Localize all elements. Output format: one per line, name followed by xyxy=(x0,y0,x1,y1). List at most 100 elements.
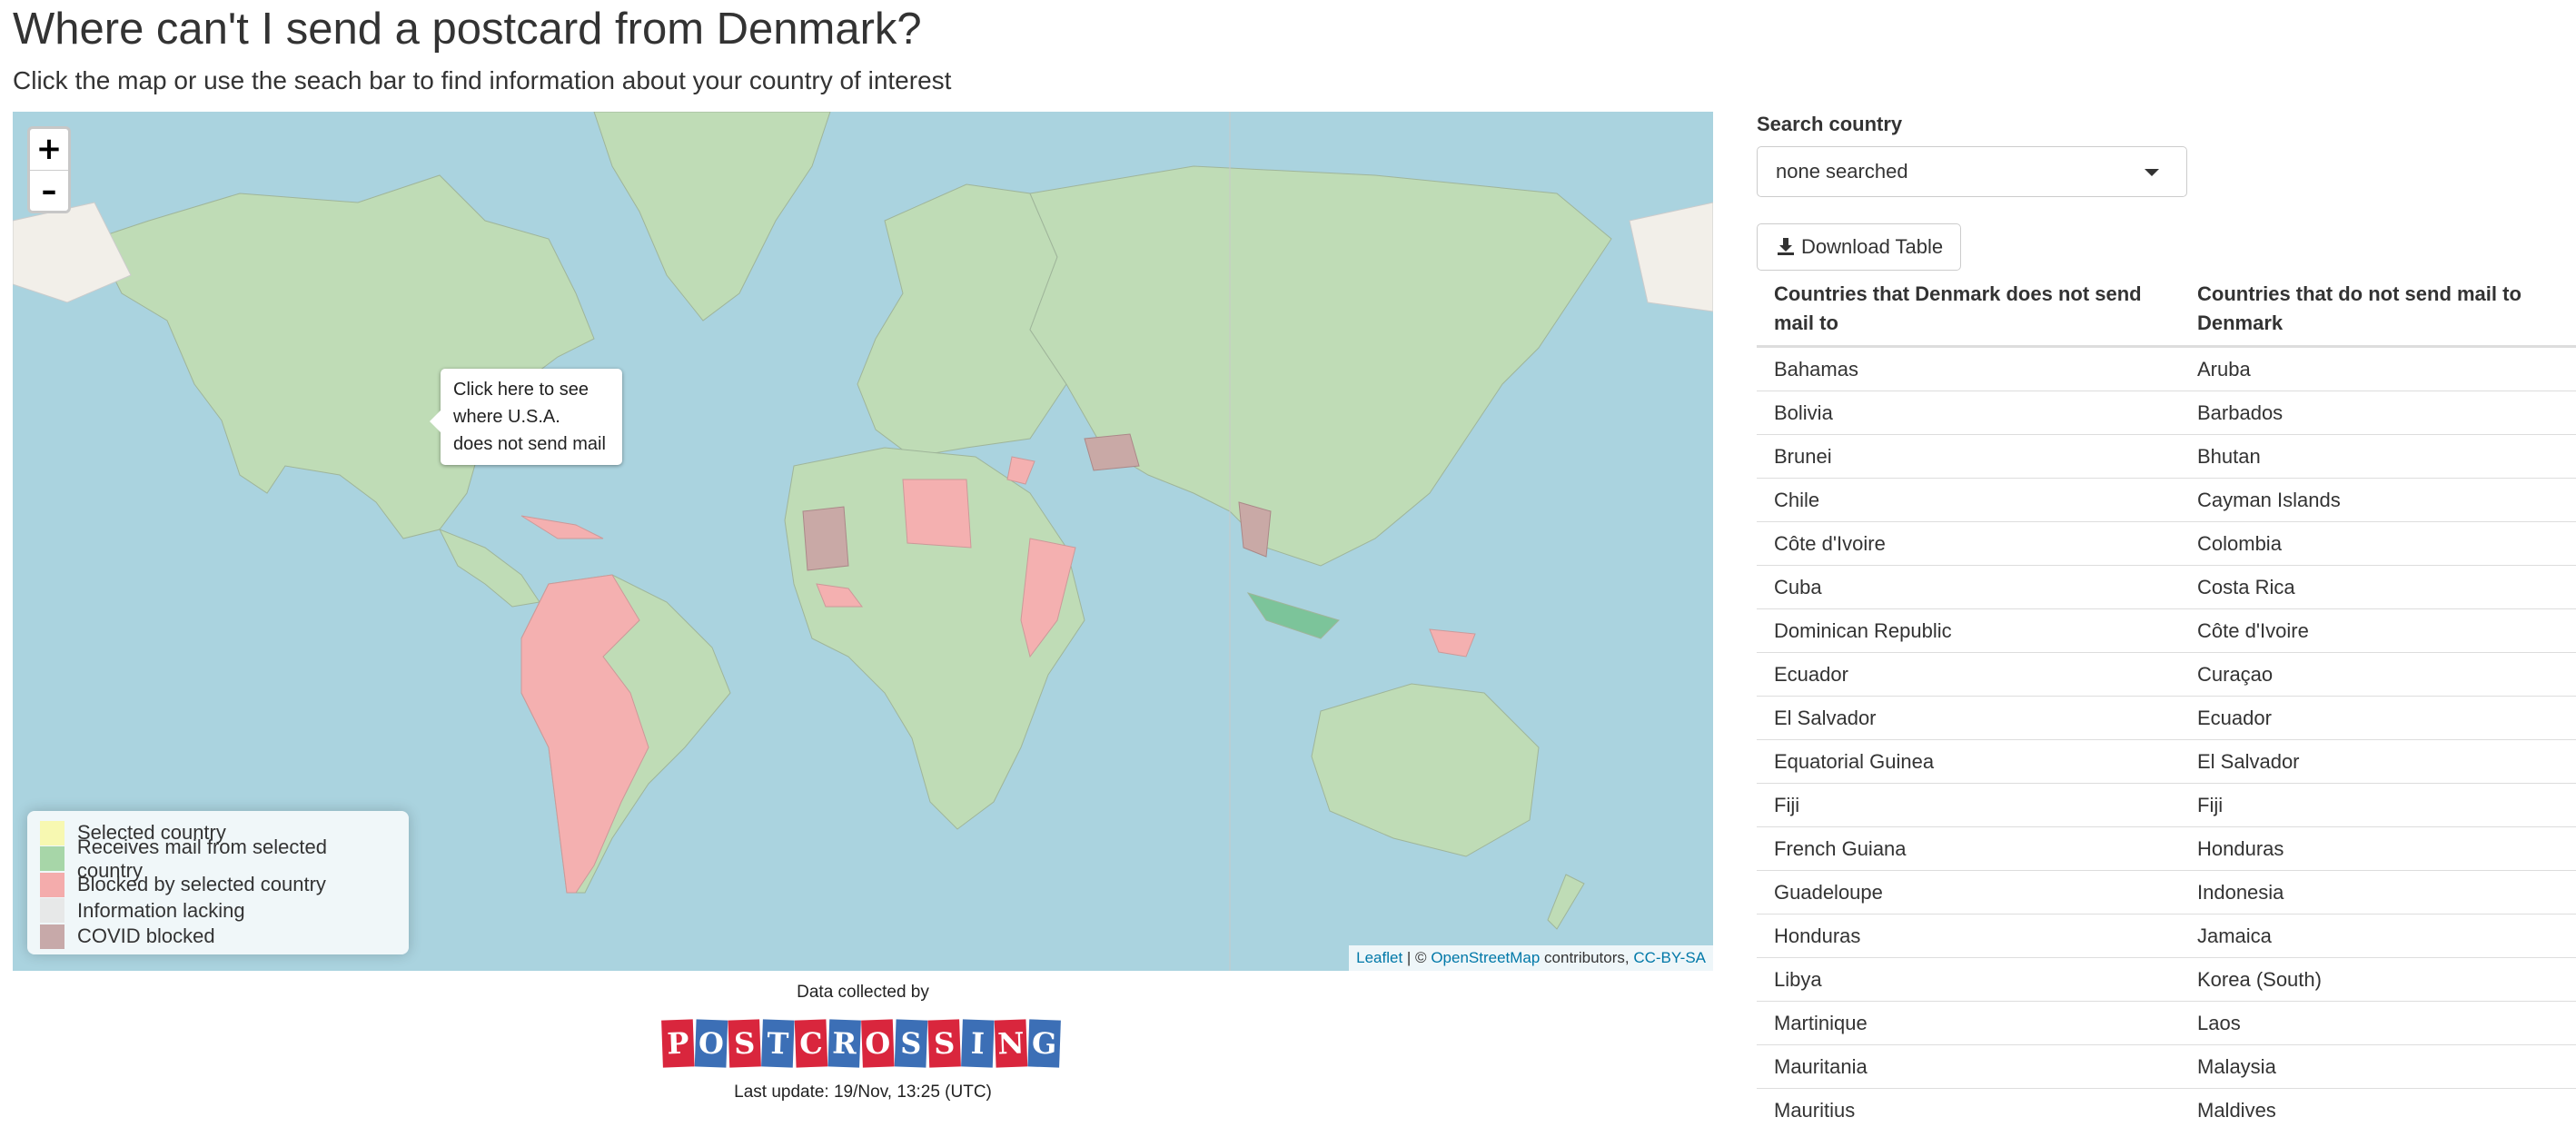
land-central-america xyxy=(438,529,540,608)
logo-letter: T xyxy=(767,1026,789,1062)
cell-not-send-to-denmark: Cayman Islands xyxy=(2180,478,2576,522)
zoom-out-button[interactable]: – xyxy=(30,171,68,212)
cell-denmark-not-send: Ecuador xyxy=(1757,652,2180,697)
tooltip-line: does not send mail xyxy=(453,434,606,454)
download-label: Download Table xyxy=(1801,235,1944,258)
land-caribbean xyxy=(520,515,604,539)
last-update-label: Last update: 19/Nov, 13:25 (UTC) xyxy=(734,1083,992,1102)
postcrossing-logo[interactable]: POSTCROSSING xyxy=(661,1015,1061,1076)
table-row: Mauritania Malaysia xyxy=(1757,1044,2576,1089)
logo-letter: G xyxy=(1031,1026,1057,1062)
land-libya xyxy=(902,479,972,549)
cell-not-send-to-denmark: Costa Rica xyxy=(2180,565,2576,609)
legend-label: COVID blocked xyxy=(77,924,215,948)
search-country-select[interactable]: none searched xyxy=(1757,146,2187,197)
tooltip-line: Click here to see xyxy=(453,380,589,400)
zoom-control[interactable]: + – xyxy=(27,126,71,213)
table-row: Bahamas Aruba xyxy=(1757,346,2576,391)
leaflet-link[interactable]: Leaflet xyxy=(1356,949,1402,966)
data-collected-label: Data collected by xyxy=(797,983,929,1002)
logo-letter: O xyxy=(865,1026,891,1062)
table-header-row: Countries that Denmark does not send mai… xyxy=(1757,271,2576,348)
table-row: Bolivia Barbados xyxy=(1757,391,2576,435)
cell-denmark-not-send: Cuba xyxy=(1757,565,2180,609)
logo-letter: C xyxy=(799,1026,824,1062)
page-title: Where can't I send a postcard from Denma… xyxy=(13,5,922,54)
land-sa-blocked xyxy=(520,574,649,894)
land-new-guinea xyxy=(1429,628,1476,657)
cell-not-send-to-denmark: Côte d'Ivoire xyxy=(2180,608,2576,653)
cell-not-send-to-denmark: Curaçao xyxy=(2180,652,2576,697)
logo-letter: S xyxy=(933,1026,955,1062)
table-row: Cuba Costa Rica xyxy=(1757,565,2576,609)
table-row: Ecuador Curaçao xyxy=(1757,652,2576,697)
table-row: Mauritius Maldives xyxy=(1757,1088,2576,1132)
download-icon xyxy=(1778,238,1794,255)
cell-not-send-to-denmark: Korea (South) xyxy=(2180,957,2576,1002)
osm-link[interactable]: OpenStreetMap xyxy=(1431,949,1540,966)
download-table-button[interactable]: Download Table xyxy=(1757,223,1961,271)
land-asia xyxy=(1029,165,1612,567)
table-row: Fiji Fiji xyxy=(1757,783,2576,827)
cell-denmark-not-send: Equatorial Guinea xyxy=(1757,739,2180,784)
cell-not-send-to-denmark: Ecuador xyxy=(2180,696,2576,740)
land-north-america xyxy=(94,174,595,539)
table-row: El Salvador Ecuador xyxy=(1757,696,2576,740)
tooltip-line: where U.S.A. xyxy=(453,407,560,427)
attribution-contrib: contributors, xyxy=(1540,949,1634,966)
table-row: Dominican Republic Côte d'Ivoire xyxy=(1757,608,2576,653)
map-attribution: Leaflet | © OpenStreetMap contributors, … xyxy=(1349,945,1713,971)
logo-letter: I xyxy=(970,1026,985,1061)
legend-swatch xyxy=(40,846,64,872)
logo-letter: R xyxy=(832,1026,857,1062)
world-map[interactable]: + – Click here to see where U.S.A. does … xyxy=(13,112,1713,971)
cell-not-send-to-denmark: Barbados xyxy=(2180,391,2576,435)
cell-denmark-not-send: French Guiana xyxy=(1757,826,2180,871)
map-tooltip[interactable]: Click here to see where U.S.A. does not … xyxy=(430,369,622,465)
table-row: French Guiana Honduras xyxy=(1757,826,2576,871)
cell-not-send-to-denmark: Aruba xyxy=(2180,346,2576,391)
cell-not-send-to-denmark: Jamaica xyxy=(2180,914,2576,958)
land-greenland xyxy=(593,112,831,321)
logo-letter: P xyxy=(667,1026,689,1062)
zoom-in-button[interactable]: + xyxy=(30,129,68,171)
legend-label: Blocked by selected country xyxy=(77,873,326,896)
logo-letter: N xyxy=(997,1026,1025,1062)
cell-denmark-not-send: Fiji xyxy=(1757,783,2180,827)
cell-not-send-to-denmark: El Salvador xyxy=(2180,739,2576,784)
cell-not-send-to-denmark: Indonesia xyxy=(2180,870,2576,915)
caret-down-icon xyxy=(2145,169,2159,176)
land-indonesia xyxy=(1246,592,1340,639)
header-not-send-to-denmark[interactable]: Countries that do not send mail to Denma… xyxy=(2180,271,2576,348)
legend-swatch xyxy=(40,898,64,924)
table-row: Martinique Laos xyxy=(1757,1001,2576,1045)
cell-denmark-not-send: Côte d'Ivoire xyxy=(1757,521,2180,566)
cell-denmark-not-send: Dominican Republic xyxy=(1757,608,2180,653)
land-alaska xyxy=(13,202,132,303)
cell-denmark-not-send: Bolivia xyxy=(1757,391,2180,435)
cell-denmark-not-send: Mauritius xyxy=(1757,1088,2180,1132)
search-country-label: Search country xyxy=(1757,113,1903,135)
legend-item-receives: Receives mail from selected country xyxy=(40,835,396,882)
logo-letter: O xyxy=(698,1026,724,1062)
cell-not-send-to-denmark: Fiji xyxy=(2180,783,2576,827)
map-legend: Selected country Receives mail from sele… xyxy=(27,811,409,954)
attribution-sep: | © xyxy=(1402,949,1432,966)
cell-denmark-not-send: Mauritania xyxy=(1757,1044,2180,1089)
table-row: Chile Cayman Islands xyxy=(1757,478,2576,522)
cell-denmark-not-send: Bahamas xyxy=(1757,346,2180,391)
legend-swatch xyxy=(40,820,64,845)
land-se-asia xyxy=(1238,501,1272,558)
cell-not-send-to-denmark: Bhutan xyxy=(2180,434,2576,479)
legend-label: Information lacking xyxy=(77,898,245,922)
cell-denmark-not-send: Brunei xyxy=(1757,434,2180,479)
blocked-countries-table: Countries that Denmark does not send mai… xyxy=(1757,271,2576,1132)
logo-letter: S xyxy=(900,1026,922,1062)
legend-swatch xyxy=(40,924,64,949)
table-row: Côte d'Ivoire Colombia xyxy=(1757,521,2576,566)
table-row: Guadeloupe Indonesia xyxy=(1757,870,2576,915)
header-denmark-not-send[interactable]: Countries that Denmark does not send mai… xyxy=(1757,271,2180,348)
cell-denmark-not-send: Honduras xyxy=(1757,914,2180,958)
license-link[interactable]: CC-BY-SA xyxy=(1633,949,1706,966)
land-chukotka xyxy=(1629,202,1713,312)
